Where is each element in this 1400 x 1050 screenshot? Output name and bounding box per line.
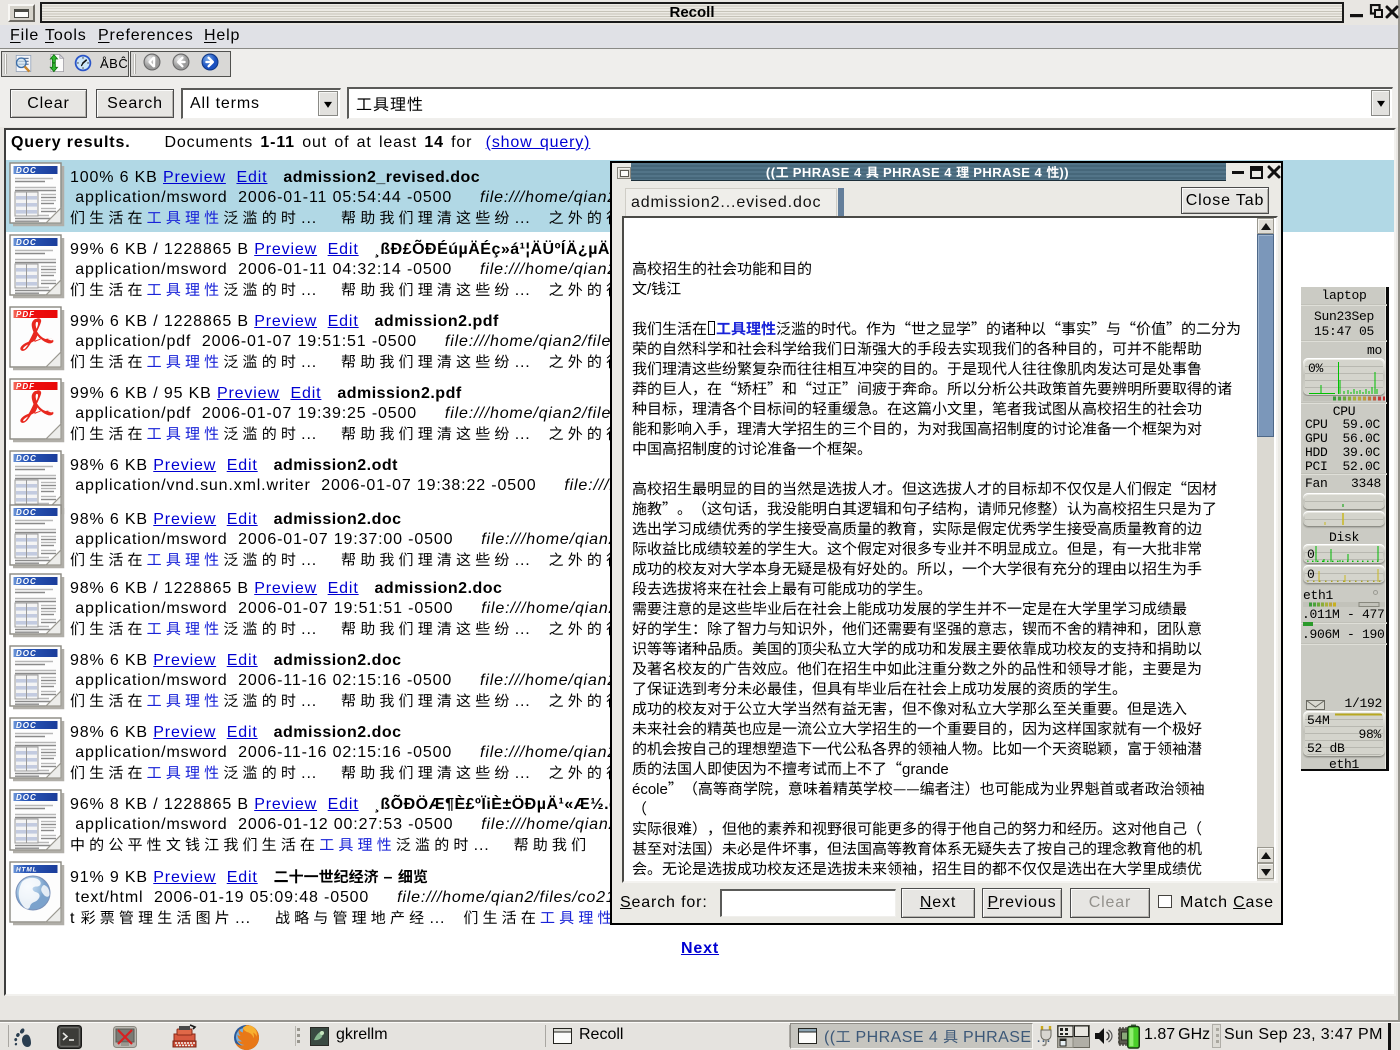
svg-text:DOC: DOC [16, 577, 37, 586]
svg-text:HTML: HTML [16, 867, 37, 874]
svg-text:DOC: DOC [16, 238, 37, 247]
svg-text:DOC: DOC [16, 721, 37, 730]
svg-text:DOC: DOC [16, 649, 37, 658]
svg-text:PDF: PDF [16, 382, 35, 391]
svg-text:DOC: DOC [16, 793, 37, 802]
svg-text:PDF: PDF [16, 310, 35, 319]
svg-text:DOC: DOC [16, 508, 37, 517]
svg-text:DOC: DOC [16, 166, 37, 175]
svg-text:DOC: DOC [16, 454, 37, 463]
